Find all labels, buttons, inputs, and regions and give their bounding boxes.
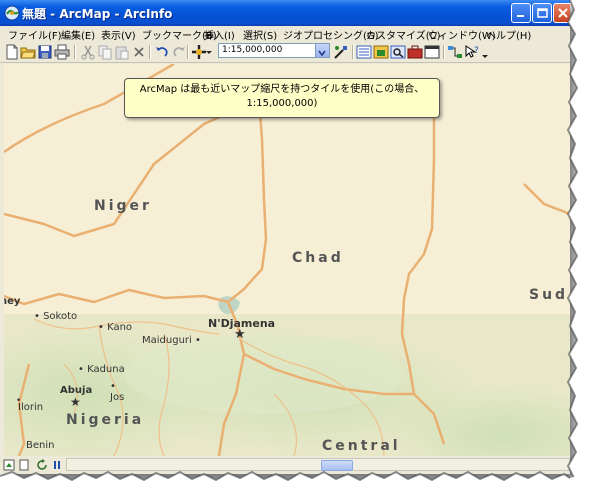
map-label-maiduguri: Maiduguri •: [142, 335, 201, 346]
minimize-icon: [517, 15, 524, 17]
toolbar-overflow-icon[interactable]: [481, 44, 489, 60]
toolbar-separator: [187, 45, 189, 59]
kano-text: Kano: [107, 322, 133, 333]
map-label-nigeria: Nigeria: [66, 412, 145, 428]
arcmap-window: 無題 - ArcMap - ArcInfo ファイル(F) 編集(E) 表示(V…: [0, 0, 570, 474]
menu-help[interactable]: ヘルプ(H): [486, 27, 531, 42]
map-label-chad: Chad: [292, 250, 344, 266]
jos-text: Jos: [110, 392, 125, 403]
catalog-window-icon[interactable]: [373, 44, 389, 60]
cut-icon[interactable]: [80, 44, 96, 60]
help-pointer-icon[interactable]: ?: [464, 44, 480, 60]
maiduguri-text: Maiduguri: [142, 335, 192, 346]
map-display[interactable]: Niger Chad Sud Nigeria Central ney • Sok…: [4, 64, 570, 456]
map-label-kaduna: • Kaduna: [78, 364, 125, 375]
title-bar[interactable]: 無題 - ArcMap - ArcInfo: [0, 0, 570, 26]
table-of-contents-icon[interactable]: [356, 44, 372, 60]
scale-dropdown-button[interactable]: [315, 44, 329, 57]
capital-star-icon: ★: [70, 395, 81, 409]
print-icon[interactable]: [54, 44, 70, 60]
chevron-down-icon: [318, 50, 326, 57]
tooltip-line-2: 1:15,000,000): [246, 98, 318, 109]
toolbar-separator: [352, 45, 354, 59]
delete-icon[interactable]: [131, 44, 147, 60]
torn-bottom-edge-decoration: [0, 470, 597, 496]
kaduna-text: Kaduna: [87, 364, 125, 375]
new-document-icon[interactable]: [4, 44, 20, 60]
map-label-jos: • Jos: [110, 381, 125, 403]
search-window-icon[interactable]: [390, 44, 406, 60]
map-scale-value[interactable]: 1:15,000,000: [222, 45, 282, 55]
editor-toolbar-icon[interactable]: [333, 44, 349, 60]
menu-bar: ファイル(F) 編集(E) 表示(V) ブックマーク(B) 挿入(I) 選択(S…: [0, 26, 570, 42]
sokoto-text: Sokoto: [43, 311, 78, 322]
map-label-central: Central: [322, 438, 401, 454]
save-icon[interactable]: [37, 44, 53, 60]
menu-view[interactable]: 表示(V): [101, 27, 136, 42]
python-window-icon[interactable]: [424, 44, 440, 60]
undo-icon[interactable]: [154, 44, 170, 60]
map-label-niger: Niger: [94, 198, 152, 214]
basemap-graphic: [4, 64, 570, 456]
window-title: 無題 - ArcMap - ArcInfo: [22, 7, 173, 21]
map-label-benin: Benin: [26, 440, 55, 451]
maximize-button[interactable]: [532, 3, 552, 23]
menu-selection[interactable]: 選択(S): [243, 27, 277, 42]
arcmap-app-icon: [4, 5, 20, 21]
menu-insert[interactable]: 挿入(I): [204, 27, 235, 42]
torn-edge-decoration: [566, 0, 597, 496]
city-dot-icon: •: [16, 396, 22, 406]
menu-geoprocessing[interactable]: ジオプロセシング(G): [283, 27, 379, 42]
model-builder-icon[interactable]: [447, 44, 463, 60]
map-label-ilorin: Ilorin: [18, 402, 43, 413]
toolbar-separator: [74, 45, 76, 59]
redo-icon[interactable]: [171, 44, 187, 60]
scale-tooltip: ArcMap は最も近いマップ縮尺を持つタイルを使用(この場合、 1:15,00…: [124, 78, 440, 118]
chevron-down-icon[interactable]: [205, 44, 213, 60]
copy-icon[interactable]: [97, 44, 113, 60]
map-label-sokoto: • Sokoto: [34, 311, 78, 322]
paste-icon[interactable]: [114, 44, 130, 60]
map-scale-combobox[interactable]: 1:15,000,000: [218, 43, 330, 58]
capital-star-icon: ★: [234, 327, 246, 342]
tooltip-line-1: ArcMap は最も近いマップ縮尺を持つタイルを使用(この場合、: [139, 84, 425, 95]
toolbar-separator: [443, 45, 445, 59]
menu-file[interactable]: ファイル(F): [8, 27, 62, 42]
arctoolbox-icon[interactable]: [407, 44, 423, 60]
minimize-button[interactable]: [511, 3, 531, 23]
map-label-kano: • Kano: [98, 322, 133, 333]
toolbar-separator: [149, 45, 151, 59]
ilorin-text: Ilorin: [18, 402, 44, 413]
menu-edit[interactable]: 編集(E): [61, 27, 95, 42]
svg-text:?: ?: [474, 46, 479, 56]
open-folder-icon[interactable]: [20, 44, 36, 60]
map-label-ney: ney: [4, 296, 21, 307]
maximize-icon: [537, 8, 548, 18]
